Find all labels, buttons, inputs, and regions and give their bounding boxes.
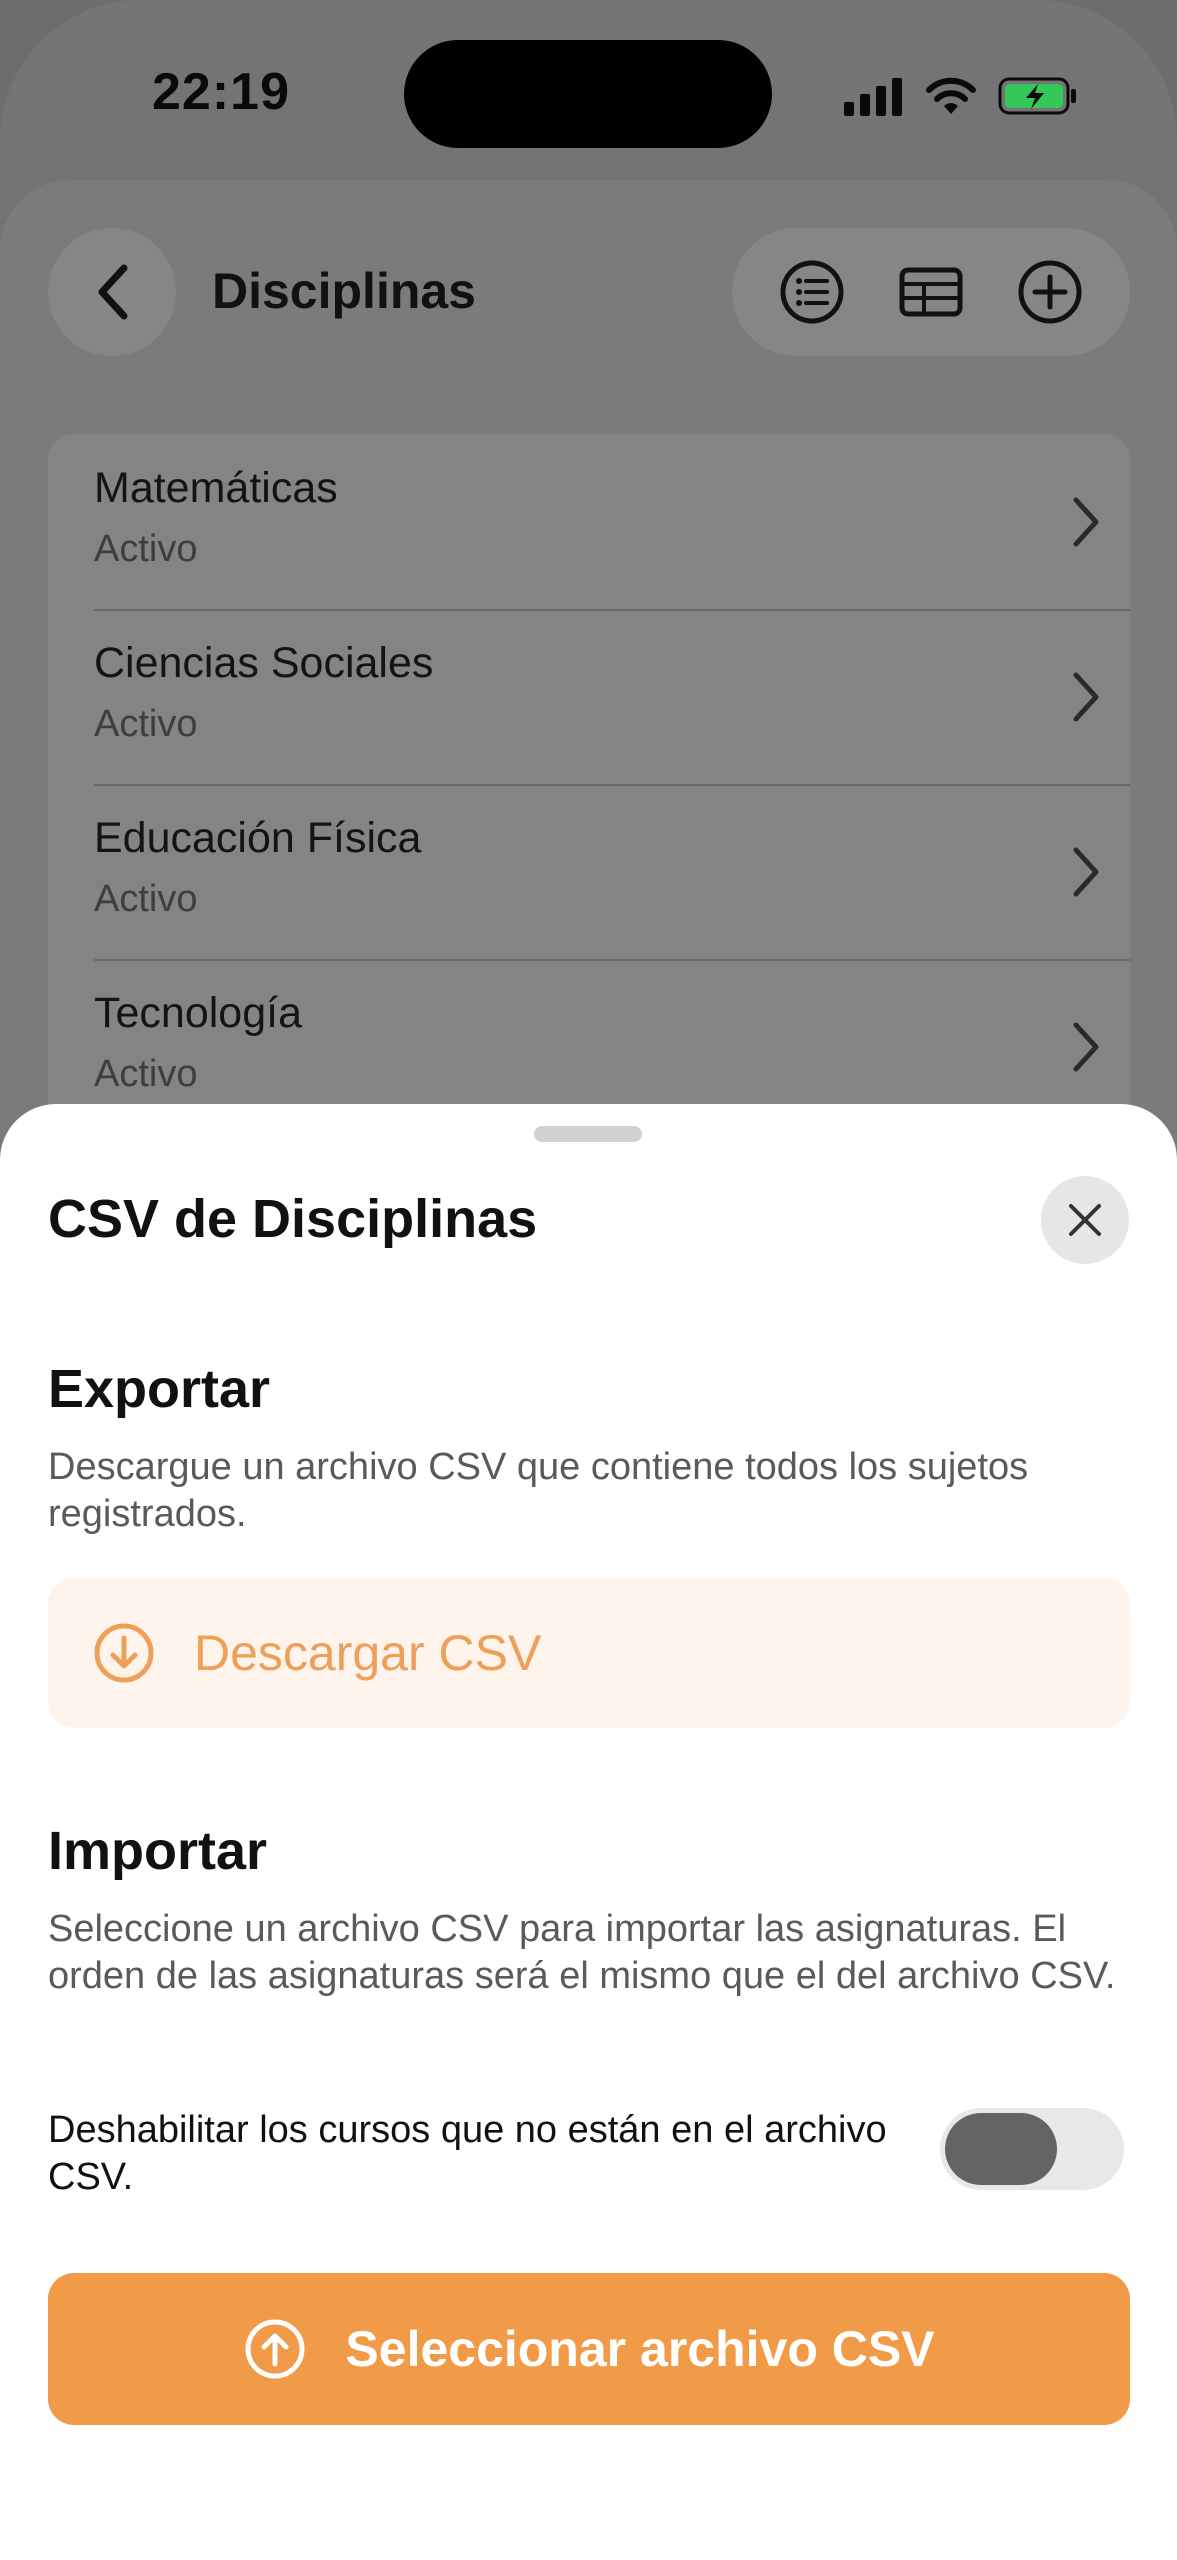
disciplines-list: Matemáticas Activo Ciencias Sociales Act…: [48, 434, 1130, 1134]
list-item[interactable]: Educación Física Activo: [48, 784, 1130, 959]
csv-sheet: CSV de Disciplinas Exportar Descargue un…: [0, 1104, 1177, 2560]
add-button[interactable]: [1010, 252, 1090, 332]
select-csv-label: Seleccionar archivo CSV: [345, 2321, 935, 2377]
list-item-status: Activo: [94, 528, 198, 570]
list-item-status: Activo: [94, 1053, 198, 1095]
chevron-left-icon: [98, 264, 128, 320]
disable-courses-toggle[interactable]: [940, 2108, 1124, 2190]
import-description: Seleccione un archivo CSV para importar …: [48, 1908, 1116, 1997]
list-item-title: Ciencias Sociales: [94, 639, 434, 687]
page-title: Disciplinas: [212, 263, 476, 319]
list-item-status: Activo: [94, 703, 198, 745]
select-csv-button[interactable]: Seleccionar archivo CSV: [48, 2273, 1130, 2425]
toggle-knob: [945, 2113, 1057, 2185]
sheet-title: CSV de Disciplinas: [48, 1189, 538, 1249]
close-icon: [1069, 1204, 1101, 1236]
arrow-up-circle-icon: [245, 2319, 305, 2379]
app-screen: 22:19 Disciplinas Matemáticas Activo Cie…: [0, 0, 1177, 2560]
chevron-right-icon: [1073, 497, 1099, 547]
list-item[interactable]: Matemáticas Activo: [48, 434, 1130, 609]
list-item-status: Activo: [94, 878, 198, 920]
download-csv-button[interactable]: Descargar CSV: [48, 1578, 1130, 1728]
list-icon: [780, 260, 844, 324]
import-heading: Importar: [48, 1821, 268, 1881]
back-button[interactable]: [48, 228, 176, 356]
disable-courses-label: Deshabilitar los cursos que no están en …: [48, 2109, 887, 2198]
chevron-right-icon: [1073, 672, 1099, 722]
export-heading: Exportar: [48, 1359, 271, 1419]
signal-icon: [844, 78, 902, 116]
plus-circle-icon: [1018, 260, 1082, 324]
wifi-icon: [926, 77, 976, 114]
battery-charging-icon: [998, 77, 1076, 115]
list-item-title: Educación Física: [94, 814, 422, 862]
download-csv-label: Descargar CSV: [194, 1625, 542, 1681]
table-icon: [899, 267, 963, 317]
close-button[interactable]: [1041, 1176, 1129, 1264]
toolbar-actions: [732, 228, 1130, 356]
arrow-down-circle-icon: [94, 1623, 154, 1683]
chevron-right-icon: [1073, 1022, 1099, 1072]
dynamic-island: [404, 40, 772, 148]
list-view-button[interactable]: [772, 252, 852, 332]
list-item-title: Matemáticas: [94, 464, 338, 512]
list-item-title: Tecnología: [94, 989, 302, 1037]
status-icons: [842, 66, 1078, 126]
status-time: 22:19: [152, 63, 290, 121]
export-description: Descargue un archivo CSV que contiene to…: [48, 1446, 1029, 1535]
table-view-button[interactable]: [891, 252, 971, 332]
list-item[interactable]: Ciencias Sociales Activo: [48, 609, 1130, 784]
sheet-grabber[interactable]: [534, 1126, 642, 1142]
chevron-right-icon: [1073, 847, 1099, 897]
